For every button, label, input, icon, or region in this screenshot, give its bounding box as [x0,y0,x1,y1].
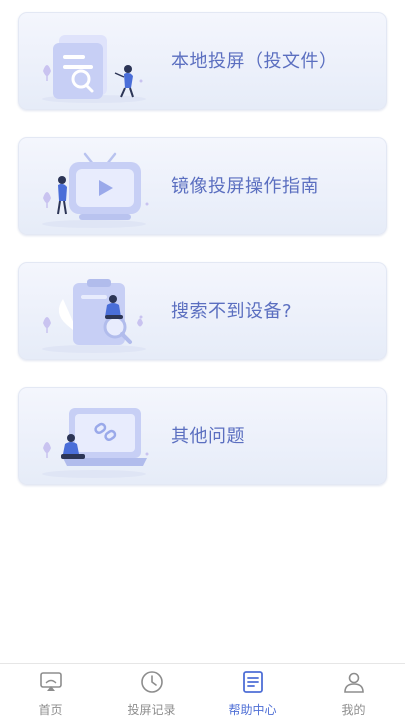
tab-label: 我的 [341,703,366,717]
tv-play-illustration [42,152,149,228]
laptop-link-illustration [42,408,149,478]
help-item-label: 其他问题 [171,426,245,447]
document-icon [242,671,263,693]
help-item-label: 本地投屏（投文件） [171,51,338,72]
bottom-tab-bar: 首页 投屏记录 帮助中心 我的 [0,663,405,720]
help-item-mirror-guide[interactable]: 镜像投屏操作指南 [18,137,387,235]
file-search-illustration [42,35,146,103]
tab-mine[interactable]: 我的 [303,664,404,720]
tab-label: 首页 [38,703,63,717]
tab-home[interactable]: 首页 [0,664,101,720]
help-item-device-not-found[interactable]: 搜索不到设备? [18,262,387,360]
tab-label: 投屏记录 [127,703,176,717]
tab-help-center[interactable]: 帮助中心 [202,664,303,720]
cast-screen-icon [39,672,62,691]
help-item-other-issues[interactable]: 其他问题 [18,387,387,485]
tab-cast-history[interactable]: 投屏记录 [101,664,202,720]
help-item-label: 搜索不到设备? [171,301,293,322]
tab-label: 帮助中心 [228,703,277,717]
clipboard-search-illustration [42,279,146,353]
person-icon [343,672,364,693]
help-item-local-cast[interactable]: 本地投屏（投文件） [18,12,387,110]
help-center-screen: 本地投屏（投文件） 镜像投屏操作指南 搜索不到设备? 其他问题 首页 投屏记录 … [0,0,405,720]
clock-icon [140,671,163,693]
help-item-label: 镜像投屏操作指南 [171,176,319,197]
